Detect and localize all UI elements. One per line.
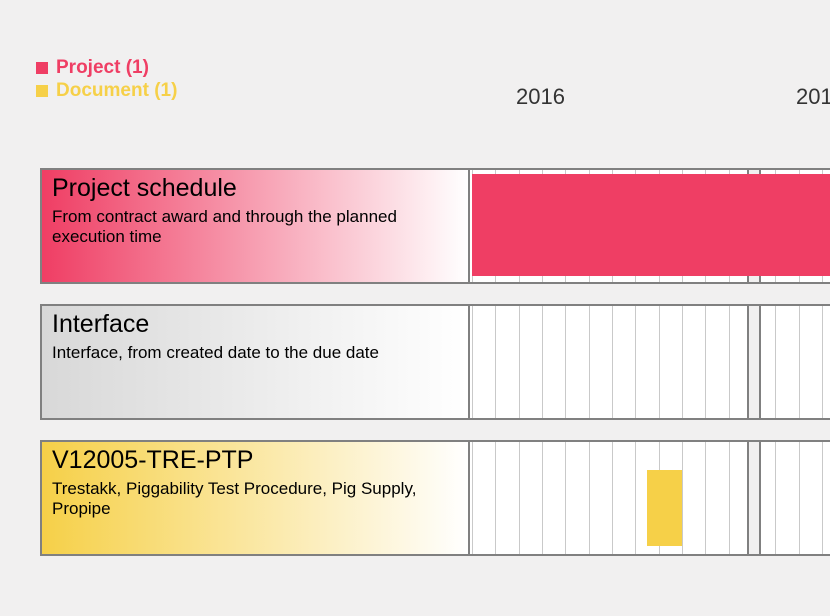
row-desc: From contract award and through the plan… (52, 207, 458, 247)
month-gridline (635, 306, 636, 418)
month-gridline (472, 306, 473, 418)
month-gridline (822, 306, 823, 418)
month-gridline (705, 442, 706, 554)
gantt-row-project-schedule: Project schedule From contract award and … (40, 168, 830, 284)
month-gridline (705, 306, 706, 418)
legend-project-label: Project (56, 56, 120, 79)
year-label: 2017 (796, 84, 830, 110)
gantt-bar (647, 470, 682, 546)
row-desc: Trestakk, Piggability Test Procedure, Pi… (52, 479, 458, 519)
month-gridline (822, 442, 823, 554)
month-gridline (495, 306, 496, 418)
row-timeline (472, 170, 830, 282)
row-label: Interface Interface, from created date to… (42, 306, 470, 418)
month-gridline (729, 306, 730, 418)
row-label: V12005-TRE-PTP Trestakk, Piggability Test… (42, 442, 470, 554)
month-gridline (519, 442, 520, 554)
month-gridline (682, 442, 683, 554)
row-title: Interface (52, 310, 458, 339)
row-title: V12005-TRE-PTP (52, 446, 458, 475)
legend-document-count: (1) (154, 79, 177, 102)
row-desc: Interface, from created date to the due … (52, 343, 458, 363)
legend-project-count: (1) (126, 56, 149, 79)
month-gridline (682, 306, 683, 418)
square-icon (36, 62, 48, 74)
month-gridline (495, 442, 496, 554)
legend: Project (1) Document (1) (36, 56, 177, 102)
month-gridline (519, 306, 520, 418)
month-gridline (565, 442, 566, 554)
year-separator (747, 442, 761, 554)
square-icon (36, 85, 48, 97)
year-label: 2016 (516, 84, 565, 110)
legend-document: Document (1) (36, 79, 177, 102)
month-gridline (635, 442, 636, 554)
month-gridline (612, 306, 613, 418)
month-gridline (472, 442, 473, 554)
row-label: Project schedule From contract award and … (42, 170, 470, 282)
month-gridline (775, 306, 776, 418)
legend-project: Project (1) (36, 56, 177, 79)
row-timeline (472, 306, 830, 418)
month-gridline (542, 306, 543, 418)
year-separator (747, 306, 761, 418)
month-gridline (799, 442, 800, 554)
row-title: Project schedule (52, 174, 458, 203)
month-gridline (565, 306, 566, 418)
gantt-row-interface: Interface Interface, from created date to… (40, 304, 830, 420)
month-gridline (542, 442, 543, 554)
month-gridline (589, 306, 590, 418)
row-timeline (472, 442, 830, 554)
month-gridline (612, 442, 613, 554)
legend-document-label: Document (56, 79, 149, 102)
month-gridline (775, 442, 776, 554)
month-gridline (659, 306, 660, 418)
gantt-row-doc-v12005: V12005-TRE-PTP Trestakk, Piggability Test… (40, 440, 830, 556)
month-gridline (729, 442, 730, 554)
gantt-bar (472, 174, 830, 276)
month-gridline (799, 306, 800, 418)
month-gridline (589, 442, 590, 554)
